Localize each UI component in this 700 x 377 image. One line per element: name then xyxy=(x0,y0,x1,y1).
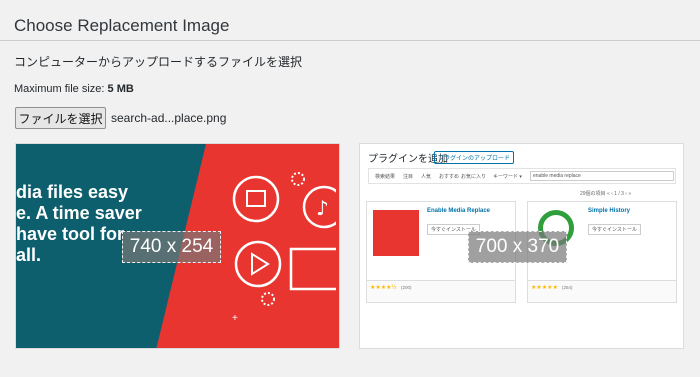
plugin-card-footer: ★★★★½ (200) xyxy=(367,280,515,302)
rating-count: (254) xyxy=(562,285,573,290)
upload-instruction: コンピューターからアップロードするファイルを選択 xyxy=(14,55,303,69)
plugin-title: Enable Media Replace xyxy=(427,208,491,214)
selected-filename: search-ad...place.png xyxy=(111,111,227,125)
promo-line: e. A time saver xyxy=(16,203,142,223)
plugin-upload-button: プラグインのアップロード xyxy=(434,151,515,164)
rating-stars: ★★★★½ xyxy=(370,285,397,291)
pagination: 29個の項目 « ‹ 1 / 3 › » xyxy=(580,191,632,197)
rating-stars: ★★★★★ xyxy=(531,285,558,291)
new-image-preview: プラグインを追加 プラグインのアップロード 検索結果 注目 人気 おすすめ お気… xyxy=(359,143,684,349)
laptop-icon xyxy=(289,247,336,291)
filter-tab: 検索結果 xyxy=(375,174,396,180)
filter-tab: 人気 xyxy=(421,174,432,180)
filter-tab: お気に入り xyxy=(461,174,487,180)
title-divider xyxy=(0,40,700,41)
plugin-title: Simple History xyxy=(588,208,631,214)
play-icon xyxy=(234,240,282,288)
choose-file-button[interactable]: ファイルを選択 xyxy=(15,107,106,129)
plugin-thumbnail xyxy=(373,210,419,256)
promo-line: dia files easy xyxy=(16,182,129,202)
rating-count: (200) xyxy=(401,285,412,290)
max-file-size-value: 5 MB xyxy=(107,83,134,95)
image-icon xyxy=(232,175,280,223)
svg-text:♪: ♪ xyxy=(316,196,329,220)
plugin-card-footer: ★★★★★ (254) xyxy=(528,280,676,302)
max-file-size: Maximum file size: 5 MB xyxy=(14,83,134,95)
image-dimensions-label: 740 x 254 xyxy=(122,231,221,263)
filter-tab: おすすめ xyxy=(439,174,460,180)
media-icons-illustration: ♪ + xyxy=(232,172,336,324)
install-button: 今すぐインストール xyxy=(588,224,641,235)
current-image-preview: dia files easy e. A time saver have tool… xyxy=(15,143,340,349)
filter-tab: 注目 xyxy=(403,174,414,180)
max-file-size-label: Maximum file size: xyxy=(14,83,105,95)
plugin-search-field: enable media replace xyxy=(530,171,674,181)
image-dimensions-label: 700 x 370 xyxy=(468,231,567,263)
keyword-select: キーワード ▾ xyxy=(493,174,522,180)
svg-text:+: + xyxy=(232,313,238,324)
page-title: Choose Replacement Image xyxy=(14,16,230,35)
